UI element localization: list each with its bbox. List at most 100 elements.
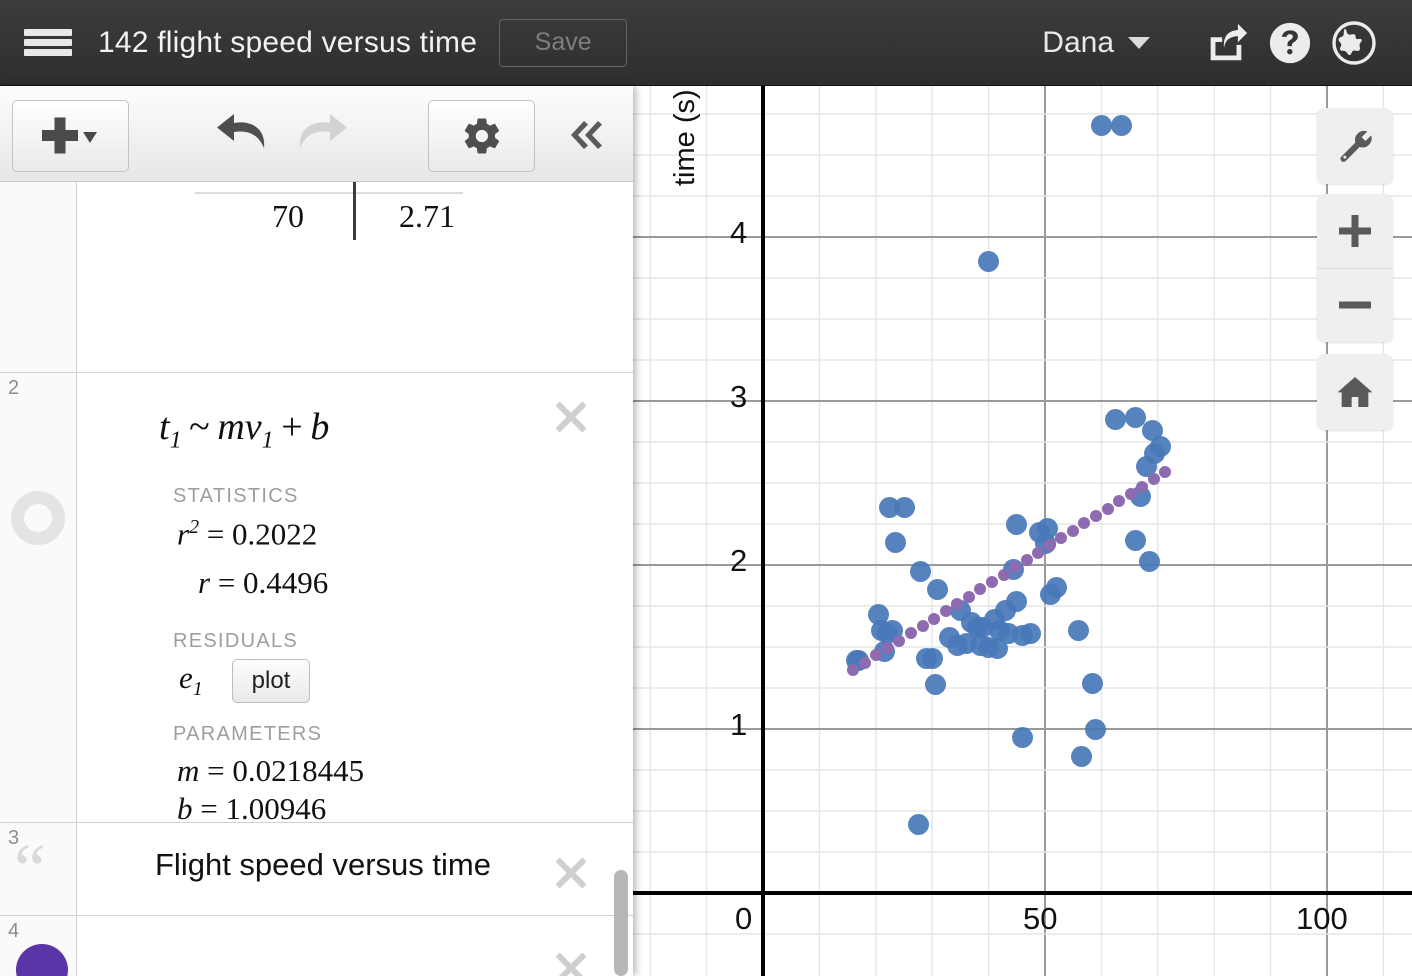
expression-four-body[interactable] [77, 916, 633, 976]
expression-row-four[interactable]: 4 [0, 916, 633, 976]
data-point[interactable] [1105, 408, 1126, 430]
chevron-down-icon[interactable] [1128, 36, 1150, 49]
data-point[interactable] [1040, 584, 1062, 606]
data-point[interactable] [1082, 672, 1104, 694]
x-tick-label: 50 [1023, 901, 1058, 936]
help-icon[interactable] [1258, 11, 1322, 75]
expression-panel: 70 2.71 2 t1 ~ mv1 + b STATISTICS r2 = 0… [0, 86, 633, 976]
regression-equation[interactable]: t1 ~ mv1 + b [159, 405, 329, 455]
user-name[interactable]: Dana [1042, 26, 1114, 60]
plot-toggle-donut-icon[interactable] [11, 491, 65, 545]
add-expression-button[interactable] [12, 100, 129, 172]
data-point[interactable] [1085, 718, 1107, 740]
parameter-b: b = 1.00946 [177, 791, 327, 826]
data-point[interactable] [938, 626, 960, 648]
delete-expression-icon[interactable] [549, 395, 593, 439]
residual-variable: e1 [179, 660, 203, 701]
data-point[interactable] [907, 813, 929, 835]
regression-point [1090, 509, 1103, 522]
data-point[interactable] [986, 638, 1008, 660]
statistics-label: STATISTICS [173, 485, 299, 507]
data-point[interactable] [885, 531, 907, 553]
table-cell-x[interactable]: 70 [272, 198, 304, 235]
data-point[interactable] [1124, 529, 1146, 551]
y-axis-label: time (s) [669, 89, 701, 186]
zoom-control-group [1317, 194, 1393, 342]
share-icon[interactable] [1194, 11, 1258, 75]
graph-canvas[interactable]: 0501001234 time (s) velocity (kph) [633, 86, 1412, 976]
regression-point [997, 568, 1010, 581]
globe-icon[interactable] [1322, 11, 1386, 75]
data-point[interactable] [1090, 114, 1112, 136]
gear-icon[interactable] [428, 100, 535, 172]
regression-point [985, 575, 998, 588]
row-index-label: 4 [8, 920, 20, 942]
zoom-in-button[interactable] [1317, 194, 1393, 269]
row-index-label: 2 [8, 377, 20, 399]
delete-expression-icon[interactable] [549, 851, 593, 895]
data-point[interactable] [916, 647, 938, 669]
quote-icon: “ [14, 829, 46, 909]
hamburger-menu-icon[interactable] [0, 0, 96, 86]
regression-body[interactable]: t1 ~ mv1 + b STATISTICS r2 = 0.2022 r = … [77, 373, 633, 826]
expression-panel-scrollbar[interactable] [614, 870, 628, 976]
data-point[interactable] [1110, 114, 1132, 136]
regression-point [928, 612, 941, 625]
regression-point [1020, 553, 1033, 566]
r-squared-stat: r2 = 0.2022 [177, 516, 318, 552]
regression-point [916, 620, 929, 633]
plot-residuals-button[interactable]: plot [232, 659, 310, 703]
parameters-label: PARAMETERS [173, 723, 323, 745]
expression-toolbar [0, 86, 633, 182]
expression-list[interactable]: 70 2.71 2 t1 ~ mv1 + b STATISTICS r2 = 0… [0, 182, 633, 976]
save-button[interactable]: Save [499, 18, 628, 67]
row-index-cell: 3 “ [0, 823, 77, 915]
regression-point [1124, 487, 1137, 500]
table-body[interactable]: 70 2.71 [77, 182, 633, 372]
regression-point [1101, 502, 1114, 515]
note-body[interactable]: Flight speed versus time [77, 823, 633, 915]
expression-row-table[interactable]: 70 2.71 [0, 182, 633, 373]
row-index-cell [0, 182, 77, 372]
redo-icon[interactable] [282, 100, 362, 170]
data-point[interactable] [1138, 551, 1160, 573]
undo-icon[interactable] [202, 100, 282, 170]
hamburger-bar [24, 49, 72, 56]
y-tick-label: 2 [730, 543, 748, 578]
table-cell-y[interactable]: 2.71 [399, 198, 455, 235]
expression-row-regression[interactable]: 2 t1 ~ mv1 + b STATISTICS r2 = 0.2022 r … [0, 373, 633, 826]
graph-settings-wrench-icon[interactable] [1317, 108, 1393, 184]
y-tick-label: 1 [730, 707, 748, 742]
x-tick-label: 0 [735, 901, 753, 936]
delete-expression-icon[interactable] [549, 946, 593, 976]
home-reset-zoom-icon[interactable] [1317, 354, 1393, 430]
table-header-rule [195, 192, 463, 194]
y-tick-label: 3 [730, 379, 748, 414]
hamburger-bar [24, 39, 72, 46]
plot-toggle-dot-icon[interactable] [16, 944, 68, 976]
zoom-out-button[interactable] [1317, 268, 1393, 342]
regression-point [1136, 480, 1149, 493]
double-chevron-left-icon[interactable] [548, 100, 624, 170]
regression-point [858, 656, 871, 669]
regression-point [962, 590, 975, 603]
regression-point [1147, 473, 1160, 486]
hamburger-bar [24, 29, 72, 36]
regression-point [1032, 546, 1045, 559]
y-tick-label: 4 [730, 215, 748, 250]
data-point[interactable] [1006, 513, 1028, 535]
parameter-m: m = 0.0218445 [177, 753, 365, 788]
residuals-label: RESIDUALS [173, 630, 299, 652]
data-point[interactable] [924, 674, 946, 696]
r-stat: r = 0.4496 [198, 565, 329, 600]
data-point[interactable] [1011, 726, 1033, 748]
header-right-group: Dana [1042, 11, 1412, 75]
expression-row-note[interactable]: 3 “ Flight speed versus time [0, 823, 633, 916]
regression-point [881, 642, 894, 655]
regression-point [1066, 524, 1079, 537]
app-header: 142 flight speed versus time Save Dana [0, 0, 1412, 86]
data-point[interactable] [893, 497, 915, 519]
row-index-cell: 4 [0, 916, 77, 976]
note-text[interactable]: Flight speed versus time [155, 847, 491, 883]
document-title[interactable]: 142 flight speed versus time [98, 26, 477, 60]
